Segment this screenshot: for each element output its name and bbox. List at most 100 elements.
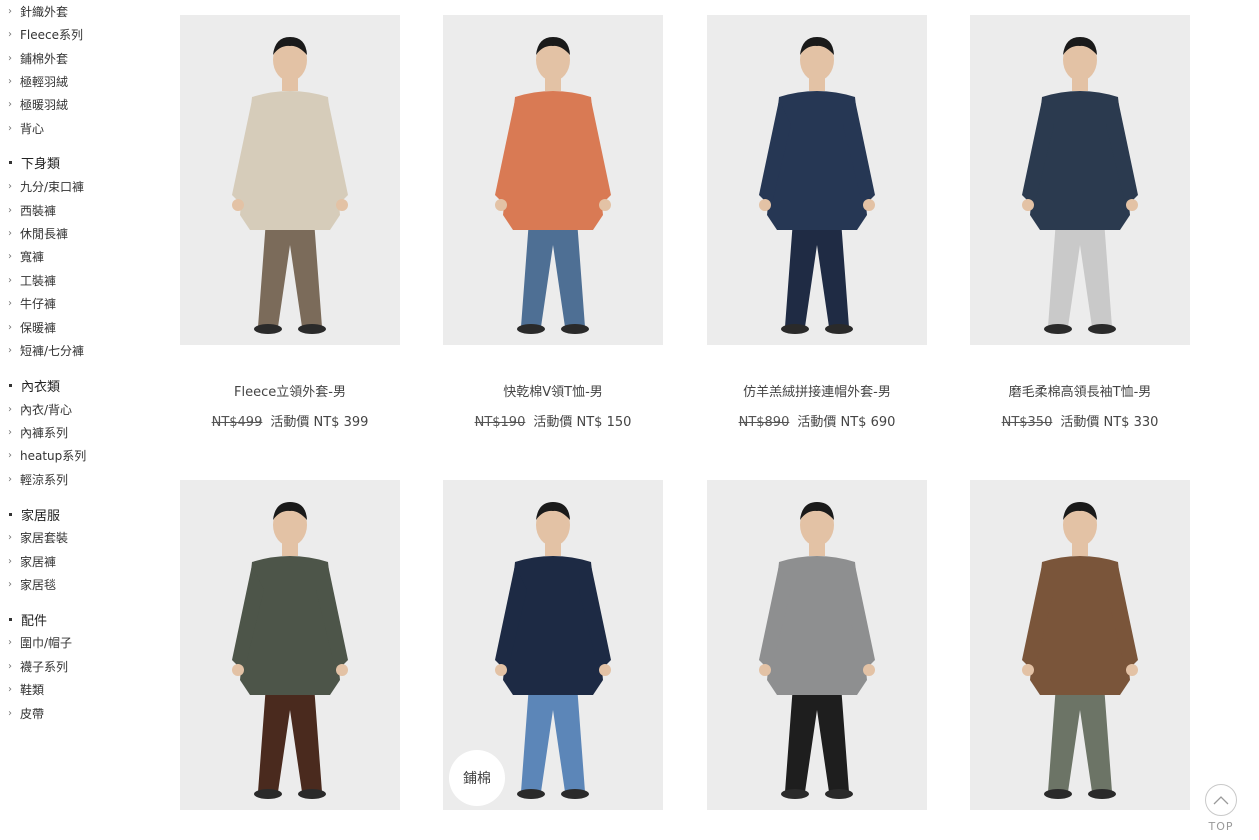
product-card[interactable]: Fleece立領外套-男 NT$499 活動價 NT$ 399 [180,15,400,430]
product-name[interactable]: Fleece立領外套-男 [180,381,400,400]
chevron-right-icon: › [8,473,12,485]
product-name[interactable]: 快乾棉V領T恤-男 [443,381,663,400]
product-image[interactable] [707,480,927,810]
chevron-right-icon: › [8,297,12,309]
sidebar-item-label: 九分/束口褲 [20,179,85,194]
sidebar-item[interactable]: › heatup系列 [8,445,86,465]
sidebar-item[interactable]: › 極暖羽絨 [8,94,68,114]
sidebar-item[interactable]: › 保暖褲 [8,317,56,337]
sidebar-item-label: 內衣/背心 [20,402,73,417]
sidebar-item[interactable]: › 背心 [8,118,44,138]
chevron-right-icon: › [8,660,12,672]
sidebar-heading[interactable]: 家居服 [8,504,60,524]
chevron-right-icon: › [8,180,12,192]
sidebar-item[interactable]: › 家居毯 [8,574,56,594]
sidebar-item[interactable]: › 牛仔褲 [8,293,56,313]
sidebar-item[interactable]: › 休閒長褲 [8,223,68,243]
sidebar-item[interactable]: › 針織外套 [8,1,68,21]
sidebar-item-label: Fleece系列 [20,27,83,42]
product-image[interactable]: 鋪棉 [443,480,663,810]
model-illustration [759,502,875,799]
back-to-top-label: TOP [1208,820,1234,833]
sidebar-heading[interactable]: 內衣類 [8,375,60,395]
chevron-right-icon: › [8,98,12,110]
chevron-right-icon: › [8,122,12,134]
original-price: NT$190 [474,415,526,430]
sidebar-item[interactable]: › Fleece系列 [8,24,83,44]
product-image[interactable] [180,15,400,345]
chevron-right-icon: › [8,227,12,239]
model-illustration [232,502,348,799]
product-price: NT$890 活動價 NT$ 690 [707,411,927,430]
chevron-right-icon: › [8,683,12,695]
product-name[interactable]: 仿羊羔絨拼接連帽外套-男 [707,381,927,400]
product-image[interactable] [443,15,663,345]
product-card[interactable]: 鋪棉 [443,480,663,810]
sidebar-item[interactable]: › 工裝褲 [8,270,56,290]
sidebar-item-label: 短褲/七分褲 [20,343,85,358]
product-image[interactable] [970,15,1190,345]
sidebar-heading[interactable]: 下身類 [8,152,60,172]
product-card[interactable] [180,480,400,810]
sidebar-item-label: 極輕羽絨 [20,74,69,89]
sidebar-item-label: 保暖褲 [20,320,57,335]
back-to-top-button[interactable]: TOP [1204,784,1238,833]
bullet-icon [9,617,12,621]
product-card[interactable] [707,480,927,810]
sidebar-item-label: 圍巾/帽子 [20,635,73,650]
sidebar-item-label: 家居褲 [20,554,57,569]
sidebar-item[interactable]: › 家居褲 [8,551,56,571]
chevron-right-icon: › [8,426,12,438]
sidebar-item[interactable]: › 家居套裝 [8,527,68,547]
original-price: NT$890 [738,415,790,430]
sidebar-heading[interactable]: 配件 [8,609,47,629]
sidebar-item-label: 皮帶 [20,706,45,721]
sidebar-item[interactable]: › 襪子系列 [8,656,68,676]
product-name[interactable]: 磨毛柔棉高領長袖T恤-男 [970,381,1190,400]
sidebar-item[interactable]: › 西裝褲 [8,200,56,220]
sidebar-item-label: 休閒長褲 [20,226,69,241]
sidebar-item[interactable]: › 內衣/背心 [8,399,72,419]
product-image[interactable] [180,480,400,810]
promo-price: NT$ 330 [1103,415,1159,430]
sidebar-item-label: 工裝褲 [20,273,57,288]
sidebar-item-label: 輕涼系列 [20,472,69,487]
sidebar-heading-label: 下身類 [21,156,61,172]
sidebar-item[interactable]: › 鋪棉外套 [8,48,68,68]
product-price: NT$350 活動價 NT$ 330 [970,411,1190,430]
sidebar-heading-label: 配件 [21,613,48,629]
product-price: NT$190 活動價 NT$ 150 [443,411,663,430]
product-card[interactable] [970,480,1190,810]
chevron-right-icon: › [8,636,12,648]
sidebar-item[interactable]: › 極輕羽絨 [8,71,68,91]
sidebar-item-label: 襪子系列 [20,659,69,674]
bullet-icon [9,383,12,387]
sidebar-item-label: 牛仔褲 [20,296,57,311]
promo-price: NT$ 399 [313,415,369,430]
sidebar-item-label: 極暖羽絨 [20,97,69,112]
sidebar-item[interactable]: › 鞋類 [8,679,44,699]
sidebar-item-label: 西裝褲 [20,203,57,218]
sidebar-item[interactable]: › 九分/束口褲 [8,176,84,196]
sidebar-item[interactable]: › 內褲系列 [8,422,68,442]
sidebar-item[interactable]: › 皮帶 [8,703,44,723]
sidebar-item-label: 背心 [20,121,45,136]
chevron-right-icon: › [8,204,12,216]
product-card[interactable]: 磨毛柔棉高領長袖T恤-男 NT$350 活動價 NT$ 330 [970,15,1190,430]
bullet-icon [9,512,12,516]
original-price: NT$350 [1001,415,1053,430]
promo-label: 活動價 [797,415,837,430]
sidebar-heading-label: 家居服 [21,508,61,524]
sidebar-item[interactable]: › 短褲/七分褲 [8,340,84,360]
product-image[interactable] [970,480,1190,810]
product-image[interactable] [707,15,927,345]
sidebar-item[interactable]: › 寬褲 [8,246,44,266]
sidebar-item[interactable]: › 輕涼系列 [8,469,68,489]
bullet-icon [9,160,12,164]
product-card[interactable]: 快乾棉V領T恤-男 NT$190 活動價 NT$ 150 [443,15,663,430]
chevron-right-icon: › [8,5,12,17]
sidebar-item[interactable]: › 圍巾/帽子 [8,632,72,652]
promo-price: NT$ 150 [576,415,632,430]
promo-label: 活動價 [1060,415,1100,430]
product-card[interactable]: 仿羊羔絨拼接連帽外套-男 NT$890 活動價 NT$ 690 [707,15,927,430]
